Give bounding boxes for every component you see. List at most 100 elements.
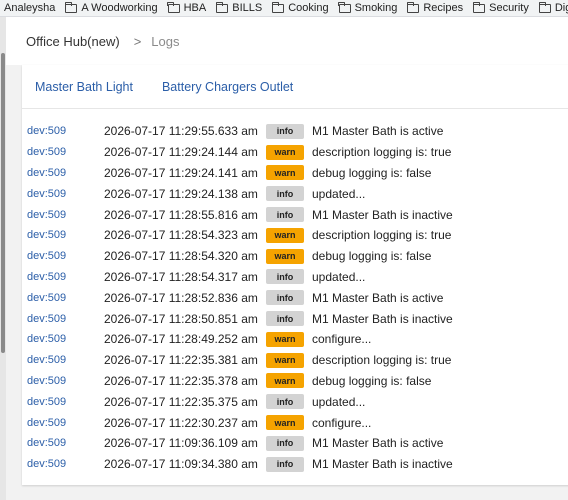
log-timestamp: 2026-07-17 11:09:36.109 am — [104, 436, 258, 451]
folder-icon — [65, 1, 78, 13]
bookmark-label: Cooking — [288, 2, 329, 14]
device-link[interactable]: dev:509 — [22, 125, 104, 137]
log-message: description logging is: true — [312, 145, 452, 160]
folder-icon — [167, 1, 180, 13]
device-link[interactable]: dev:509 — [22, 271, 104, 283]
folder-icon — [338, 1, 351, 13]
log-row: dev:509 2026-07-17 11:28:54.320 am warn deb… — [22, 246, 568, 267]
device-link[interactable]: dev:509 — [22, 292, 104, 304]
bookmark-label: Smoking — [354, 2, 398, 14]
scrollbar-thumb[interactable] — [1, 53, 5, 353]
log-level-badge: info — [266, 394, 304, 410]
device-link[interactable]: dev:509 — [22, 146, 104, 158]
log-message: updated... — [312, 269, 366, 284]
log-row: dev:509 2026-07-17 11:28:55.816 am info M1 … — [22, 204, 568, 225]
bookmark-item[interactable]: Smoking — [335, 0, 404, 16]
bookmark-item[interactable]: HBA — [164, 0, 213, 16]
log-message: description logging is: true — [312, 228, 452, 243]
device-link[interactable]: dev:509 — [22, 229, 104, 241]
folder-icon — [472, 1, 486, 13]
log-row: dev:509 2026-07-17 11:29:24.141 am warn deb… — [22, 163, 568, 184]
tab-master-bath-light[interactable]: Master Bath Light — [35, 80, 133, 94]
log-timestamp: 2026-07-17 11:09:34.380 am — [104, 457, 258, 472]
bookmark-item[interactable]: A Woodworking — [61, 0, 163, 16]
log-level-badge: warn — [266, 227, 304, 243]
log-timestamp: 2026-07-17 11:28:54.320 am — [104, 249, 258, 264]
bookmark-item[interactable]: BILLS — [212, 0, 268, 16]
page: Office Hub(new) > Logs Master Bath Light… — [6, 17, 568, 500]
bookmark-item[interactable]: Analeysha — [0, 0, 61, 16]
folder-icon — [538, 1, 551, 13]
log-level-badge: info — [266, 290, 304, 306]
bookmarks-bar: Analeysha A Woodworking HBA BILLS Cooking Smo… — [0, 0, 568, 17]
breadcrumb-current: Logs — [151, 33, 180, 49]
log-timestamp: 2026-07-17 11:29:55.633 am — [104, 124, 258, 139]
log-row: dev:509 2026-07-17 11:29:55.633 am info M1 … — [22, 121, 568, 142]
device-link[interactable]: dev:509 — [22, 458, 104, 470]
device-link[interactable]: dev:509 — [22, 396, 104, 408]
log-timestamp: 2026-07-17 11:28:52.836 am — [104, 290, 258, 305]
device-link[interactable]: dev:509 — [22, 375, 104, 387]
device-link[interactable]: dev:509 — [22, 417, 104, 429]
bookmark-item[interactable]: Recipes — [403, 0, 469, 16]
log-timestamp: 2026-07-17 11:22:35.375 am — [104, 394, 258, 409]
logs-panel: Master Bath Light Battery Chargers Outle… — [22, 65, 568, 485]
device-link[interactable]: dev:509 — [22, 333, 104, 345]
log-row: dev:509 2026-07-17 11:22:30.237 am warn con… — [22, 412, 568, 433]
bookmark-label: Security — [489, 2, 529, 14]
log-timestamp: 2026-07-17 11:28:54.317 am — [104, 269, 258, 284]
log-timestamp: 2026-07-17 11:29:24.144 am — [104, 145, 258, 160]
bookmark-label: Analeysha — [4, 2, 56, 14]
device-link[interactable]: dev:509 — [22, 250, 104, 262]
log-timestamp: 2026-07-17 11:22:30.237 am — [104, 415, 258, 430]
log-message: updated... — [312, 394, 366, 409]
log-message: description logging is: true — [312, 353, 452, 368]
folder-icon — [216, 1, 229, 13]
log-level-badge: warn — [266, 373, 304, 389]
log-level-badge: info — [266, 123, 304, 139]
log-message: M1 Master Bath is active — [312, 124, 444, 139]
bookmark-item[interactable]: Digita — [535, 0, 568, 16]
log-message: configure... — [312, 415, 372, 430]
log-list: dev:509 2026-07-17 11:29:55.633 am info M1 … — [22, 121, 568, 475]
device-link[interactable]: dev:509 — [22, 167, 104, 179]
device-link[interactable]: dev:509 — [22, 188, 104, 200]
device-link[interactable]: dev:509 — [22, 209, 104, 221]
log-timestamp: 2026-07-17 11:28:50.851 am — [104, 311, 258, 326]
log-row: dev:509 2026-07-17 11:09:36.109 am info M1 … — [22, 433, 568, 454]
log-message: M1 Master Bath is active — [312, 436, 444, 451]
log-level-badge: info — [266, 186, 304, 202]
log-row: dev:509 2026-07-17 11:28:49.252 am warn con… — [22, 329, 568, 350]
log-message: M1 Master Bath is active — [312, 290, 444, 305]
log-timestamp: 2026-07-17 11:22:35.381 am — [104, 353, 258, 368]
device-link[interactable]: dev:509 — [22, 437, 104, 449]
bookmark-label: HBA — [183, 2, 207, 14]
bookmark-item[interactable]: Security — [469, 0, 535, 16]
bookmark-item[interactable]: Cooking — [268, 0, 334, 16]
breadcrumb-hub-link[interactable]: Office Hub(new) — [26, 34, 120, 49]
log-row: dev:509 2026-07-17 11:22:35.381 am warn des… — [22, 350, 568, 371]
log-row: dev:509 2026-07-17 11:22:35.378 am warn deb… — [22, 371, 568, 392]
log-row: dev:509 2026-07-17 11:28:54.317 am info upd… — [22, 267, 568, 288]
log-level-badge: info — [266, 269, 304, 285]
log-level-badge: info — [266, 207, 304, 223]
log-level-badge: warn — [266, 352, 304, 368]
log-row: dev:509 2026-07-17 11:28:52.836 am info M1 … — [22, 287, 568, 308]
device-tabs: Master Bath Light Battery Chargers Outle… — [22, 65, 568, 109]
tab-battery-chargers-outlet[interactable]: Battery Chargers Outlet — [162, 80, 293, 94]
bookmark-label: BILLS — [232, 2, 263, 14]
log-timestamp: 2026-07-17 11:29:24.138 am — [104, 186, 258, 201]
device-link[interactable]: dev:509 — [22, 313, 104, 325]
log-message: M1 Master Bath is inactive — [312, 457, 453, 472]
log-row: dev:509 2026-07-17 11:22:35.375 am info upd… — [22, 391, 568, 412]
log-level-badge: warn — [266, 165, 304, 181]
log-level-badge: warn — [266, 331, 304, 347]
log-message: M1 Master Bath is inactive — [312, 207, 453, 222]
device-link[interactable]: dev:509 — [22, 354, 104, 366]
bookmark-label: Digita — [554, 2, 568, 14]
log-message: configure... — [312, 332, 372, 347]
log-message: updated... — [312, 186, 366, 201]
log-timestamp: 2026-07-17 11:28:54.323 am — [104, 228, 258, 243]
log-level-badge: info — [266, 311, 304, 327]
bookmark-label: A Woodworking — [81, 2, 158, 14]
